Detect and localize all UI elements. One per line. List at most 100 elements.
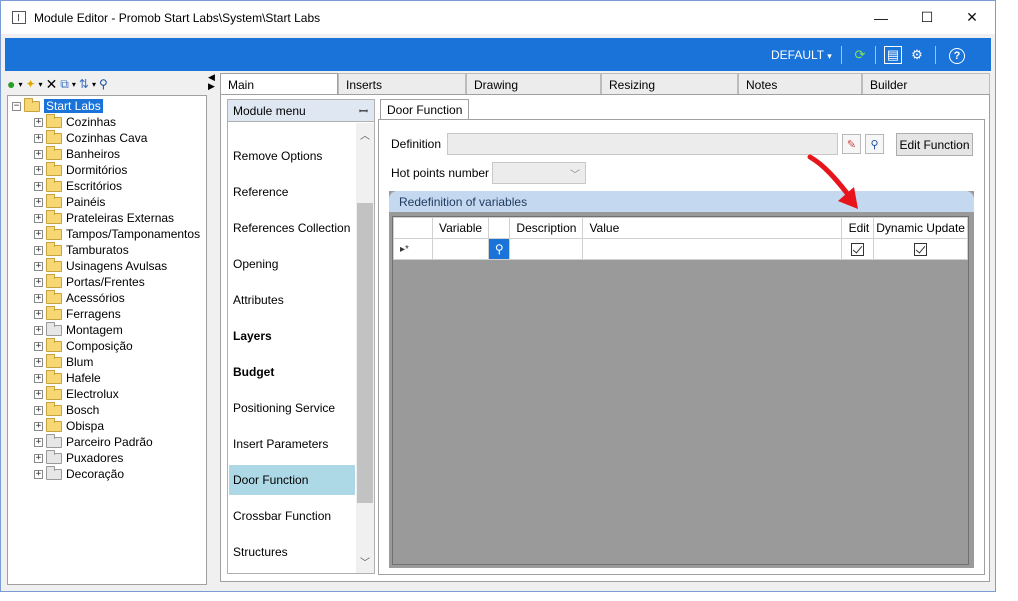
value-cell[interactable] — [582, 238, 843, 260]
expand-icon[interactable]: + — [34, 325, 43, 335]
module-menu-item[interactable]: Insert Parameters — [229, 429, 355, 459]
expand-icon[interactable]: + — [34, 261, 43, 271]
expand-icon[interactable]: + — [34, 469, 43, 479]
variable-cell[interactable] — [431, 238, 490, 260]
help-icon[interactable]: ? — [949, 48, 965, 64]
expand-icon[interactable]: + — [34, 373, 43, 383]
tree-item[interactable]: + Tamburatos — [34, 241, 129, 258]
tree-item[interactable]: + Cozinhas Cava — [34, 129, 147, 146]
edit-checkbox[interactable] — [851, 243, 865, 257]
expand-icon[interactable]: + — [34, 357, 43, 367]
tree-item[interactable]: + Montagem — [34, 321, 123, 338]
module-menu-item[interactable]: References Collection — [229, 213, 355, 243]
module-menu-item[interactable]: Structures — [229, 537, 355, 567]
module-menu-item[interactable]: Opening — [229, 249, 355, 279]
edit-function-button[interactable]: Edit Function — [896, 133, 973, 156]
tab-builder[interactable]: Builder — [862, 73, 990, 94]
back-icon[interactable]: ● — [7, 76, 15, 92]
find-icon[interactable]: ⚲ — [865, 134, 884, 154]
eraser-icon[interactable]: ✎ — [842, 134, 861, 154]
expand-icon[interactable]: + — [34, 421, 43, 431]
gear-icon[interactable]: ⚙ — [908, 46, 926, 64]
chevron-down-icon[interactable]: ▾ — [72, 80, 76, 89]
tab-main[interactable]: Main — [220, 73, 338, 95]
expand-icon[interactable]: + — [34, 133, 43, 143]
module-menu-item[interactable]: Remove Options — [229, 141, 355, 171]
collapse-icon[interactable]: − — [12, 101, 21, 111]
tree-item[interactable]: + Parceiro Padrão — [34, 433, 153, 450]
chevron-down-icon[interactable]: ▾ — [18, 80, 22, 89]
refresh-icon[interactable]: ⟳ — [851, 46, 869, 64]
tree-item[interactable]: + Puxadores — [34, 449, 123, 466]
expand-icon[interactable]: + — [34, 389, 43, 399]
tree-item[interactable]: + Obispa — [34, 417, 104, 434]
profile-dropdown[interactable]: DEFAULT ▾ — [771, 48, 832, 62]
tab-inserts[interactable]: Inserts — [338, 73, 466, 94]
tree-item[interactable]: + Usinagens Avulsas — [34, 257, 167, 274]
table-row[interactable]: ▸* ⚲ — [393, 238, 968, 260]
tree-item[interactable]: + Acessórios — [34, 289, 125, 306]
expand-icon[interactable]: + — [34, 149, 43, 159]
find-icon[interactable]: ⚲ — [99, 77, 108, 91]
column-header-description[interactable]: Description — [509, 217, 584, 239]
dynamic-update-cell[interactable] — [873, 238, 968, 260]
tree-item[interactable]: + Painéis — [34, 193, 105, 210]
tab-drawing[interactable]: Drawing — [466, 73, 601, 94]
expand-icon[interactable]: + — [34, 277, 43, 287]
column-header-variable[interactable]: Variable — [431, 217, 490, 239]
dynamic-update-checkbox[interactable] — [914, 243, 928, 257]
tab-door-function[interactable]: Door Function — [380, 99, 470, 119]
module-menu-item[interactable]: Positioning Service — [229, 393, 355, 423]
tree-item[interactable]: + Banheiros — [34, 145, 120, 162]
sort-icon[interactable]: ⇅ — [79, 77, 89, 91]
expand-icon[interactable]: + — [34, 309, 43, 319]
variable-lookup-icon[interactable]: ⚲ — [488, 238, 511, 260]
tree-item[interactable]: + Blum — [34, 353, 93, 370]
tree-item[interactable]: + Prateleiras Externas — [34, 209, 174, 226]
column-header-dynamic-update[interactable]: Dynamic Update — [873, 217, 968, 239]
tab-notes[interactable]: Notes — [738, 73, 862, 94]
tree-item[interactable]: + Dormitórios — [34, 161, 127, 178]
hot-points-select[interactable]: ﹀ — [492, 162, 586, 184]
pin-icon[interactable]: ꟷ — [359, 104, 368, 119]
expand-icon[interactable]: + — [34, 181, 43, 191]
close-button[interactable]: ✕ — [949, 1, 995, 34]
tree-item[interactable]: + Escritórios — [34, 177, 122, 194]
tree-item[interactable]: + Composição — [34, 337, 133, 354]
expand-icon[interactable]: + — [34, 229, 43, 239]
expand-icon[interactable]: + — [34, 405, 43, 415]
chevron-down-icon[interactable]: ▾ — [92, 80, 96, 89]
column-header-value[interactable]: Value — [582, 217, 843, 239]
scroll-up-icon[interactable]: ︿ — [360, 127, 370, 142]
module-menu-item[interactable]: Budget — [229, 357, 355, 387]
panel-collapse-icon[interactable]: ◀ ▶ — [208, 73, 218, 93]
column-header-edit[interactable]: Edit — [841, 217, 875, 239]
copy-icon[interactable]: ⧉ — [60, 77, 69, 92]
delete-icon[interactable]: ✕ — [46, 76, 58, 93]
module-menu-item[interactable]: Attributes — [229, 285, 355, 315]
expand-icon[interactable]: + — [34, 453, 43, 463]
tree-item[interactable]: + Cozinhas — [34, 113, 116, 130]
expand-icon[interactable]: + — [34, 197, 43, 207]
tree-item[interactable]: + Bosch — [34, 401, 99, 418]
expand-icon[interactable]: + — [34, 293, 43, 303]
tree-item[interactable]: + Tampos/Tamponamentos — [34, 225, 200, 242]
expand-icon[interactable]: + — [34, 341, 43, 351]
description-cell[interactable] — [509, 238, 584, 260]
minimize-button[interactable]: — — [858, 1, 904, 34]
module-menu-item[interactable]: Layers — [229, 321, 355, 351]
new-item-icon[interactable]: ✦ — [25, 77, 35, 91]
expand-icon[interactable]: + — [34, 117, 43, 127]
expand-icon[interactable]: + — [34, 437, 43, 447]
expand-icon[interactable]: + — [34, 245, 43, 255]
chevron-down-icon[interactable]: ▾ — [39, 80, 43, 89]
maximize-button[interactable]: ☐ — [904, 1, 950, 34]
scroll-thumb[interactable] — [357, 203, 373, 503]
tree-item[interactable]: + Hafele — [34, 369, 101, 386]
layout-icon[interactable]: ▤ — [884, 46, 902, 64]
expand-icon[interactable]: + — [34, 213, 43, 223]
tree-root[interactable]: − Start Labs — [12, 97, 103, 114]
tab-resizing[interactable]: Resizing — [601, 73, 738, 94]
module-menu-item[interactable]: Door Function — [229, 465, 355, 495]
scroll-down-icon[interactable]: ﹀ — [360, 554, 370, 569]
